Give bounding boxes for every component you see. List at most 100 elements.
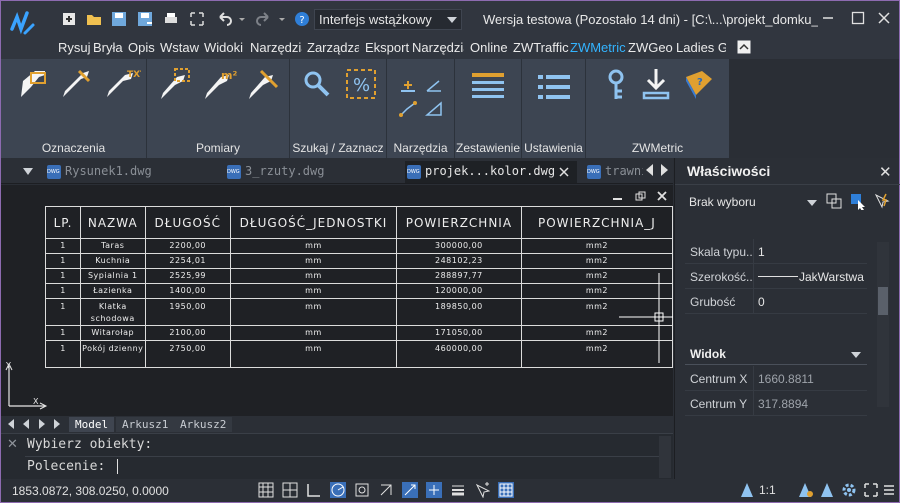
property-row-center-x[interactable]: Centrum X 1660.8811 bbox=[685, 366, 867, 391]
drawing-canvas[interactable]: LP. NAZWA DŁUGOŚĆ DŁUGOŚĆ_JEDNOSTKI POWI… bbox=[1, 185, 673, 416]
menu-ladies-gr[interactable]: Ladies Gr bbox=[676, 40, 726, 55]
maximize-icon[interactable] bbox=[849, 9, 867, 27]
menu-zwmetric[interactable]: ZWMetric bbox=[570, 40, 626, 55]
select-percent-icon[interactable]: % bbox=[344, 67, 378, 101]
license-key-icon[interactable] bbox=[604, 69, 628, 103]
area-schedule-table[interactable]: LP. NAZWA DŁUGOŚĆ DŁUGOŚĆ_JEDNOSTKI POWI… bbox=[44, 206, 673, 368]
annotation-scale-icon[interactable] bbox=[739, 482, 755, 498]
new-file-icon[interactable] bbox=[61, 11, 77, 27]
undo-dropdown-icon[interactable] bbox=[238, 11, 246, 27]
ortho-icon[interactable] bbox=[306, 482, 322, 498]
measure-length-icon[interactable] bbox=[245, 67, 283, 101]
property-row-line-width[interactable]: Szerokość... JakWarstwa bbox=[685, 264, 867, 289]
object-snap-icon[interactable] bbox=[354, 482, 370, 498]
tab-model[interactable]: Model bbox=[69, 417, 115, 432]
settings-list-icon[interactable] bbox=[536, 71, 572, 103]
open-folder-icon[interactable] bbox=[86, 11, 102, 27]
command-input[interactable] bbox=[117, 459, 118, 474]
viewport-close-icon[interactable] bbox=[657, 191, 667, 201]
quick-select-icon[interactable] bbox=[873, 192, 891, 210]
menu-opis[interactable]: Opis bbox=[128, 40, 155, 55]
chevron-right-icon[interactable] bbox=[660, 164, 668, 176]
model-space-icon[interactable] bbox=[498, 482, 514, 498]
command-scrollbar[interactable] bbox=[659, 436, 671, 478]
dynamic-input-icon[interactable] bbox=[426, 482, 442, 498]
redo-icon[interactable] bbox=[256, 11, 272, 27]
menu-narzedzia[interactable]: Narzędzia bbox=[250, 40, 302, 55]
download-icon[interactable] bbox=[640, 67, 672, 101]
chevron-left-icon[interactable] bbox=[646, 164, 654, 176]
help-book-icon[interactable]: ? bbox=[682, 67, 716, 101]
schedule-table-icon[interactable] bbox=[470, 71, 506, 103]
property-row-thickness[interactable]: Grubość 0 bbox=[685, 289, 867, 314]
tab-arkusz2[interactable]: Arkusz2 bbox=[174, 417, 233, 432]
menu-online[interactable]: Online bbox=[470, 40, 508, 55]
annotation-visibility-icon[interactable] bbox=[797, 482, 813, 498]
tab-arkusz1[interactable]: Arkusz1 bbox=[116, 417, 175, 432]
triangle-tool-icon[interactable] bbox=[425, 101, 443, 117]
menu-zwgeo[interactable]: ZWGeo bbox=[628, 40, 673, 55]
toggle-pickadd-icon[interactable] bbox=[825, 192, 843, 210]
print-icon[interactable] bbox=[163, 11, 179, 27]
tab-trawnik[interactable]: trawni bbox=[585, 161, 643, 183]
help-icon[interactable]: ? bbox=[294, 11, 310, 27]
measure-area-icon[interactable] bbox=[157, 67, 195, 101]
close-icon[interactable]: ✕ bbox=[879, 163, 892, 181]
angle-tool-icon[interactable] bbox=[425, 79, 443, 93]
properties-scrollbar[interactable] bbox=[877, 242, 889, 407]
property-row-linetype-scale[interactable]: Skala typu... 1 bbox=[685, 239, 867, 264]
snap-grid-icon[interactable] bbox=[258, 482, 274, 498]
length-tag-icon[interactable] bbox=[59, 67, 93, 101]
last-layout-icon[interactable] bbox=[54, 419, 60, 429]
menu-zarzadzaj[interactable]: Zarządzaj bbox=[307, 40, 359, 55]
menu-bryla[interactable]: Bryła bbox=[93, 40, 123, 55]
menu-widoki[interactable]: Widoki bbox=[204, 40, 243, 55]
search-icon[interactable] bbox=[302, 69, 332, 99]
viewport-minimize-icon[interactable] bbox=[612, 191, 623, 201]
prev-layout-icon[interactable] bbox=[23, 419, 29, 429]
customize-menu-icon[interactable] bbox=[883, 482, 895, 498]
measure-m2-icon[interactable]: m² bbox=[201, 67, 239, 101]
3d-snap-icon[interactable] bbox=[378, 482, 394, 498]
minimize-icon[interactable] bbox=[819, 9, 837, 27]
tab-projekt-domku[interactable]: projek...kolor.dwg bbox=[405, 161, 577, 183]
workspace-select[interactable]: Interfejs wstążkowy bbox=[314, 9, 462, 30]
fullscreen-icon[interactable] bbox=[863, 482, 879, 498]
menu-eksport[interactable]: Eksport bbox=[365, 40, 409, 55]
tab-rysunek1[interactable]: Rysunek1.dwg bbox=[45, 161, 215, 183]
scrollbar-thumb[interactable] bbox=[878, 287, 888, 315]
property-row-center-y[interactable]: Centrum Y 317.8894 bbox=[685, 391, 867, 416]
annotation-scale-value[interactable]: 1:1 bbox=[759, 483, 776, 497]
tab-3-rzuty[interactable]: 3_rzuty.dwg bbox=[225, 161, 395, 183]
object-tracking-icon[interactable] bbox=[402, 482, 418, 498]
auto-scale-icon[interactable] bbox=[819, 482, 835, 498]
area-tag-icon[interactable] bbox=[15, 67, 49, 101]
next-layout-icon[interactable] bbox=[39, 419, 45, 429]
selection-dropdown[interactable]: Brak wyboru bbox=[685, 192, 819, 212]
save-icon[interactable] bbox=[111, 11, 127, 27]
undo-icon[interactable] bbox=[216, 11, 232, 27]
first-layout-icon[interactable] bbox=[8, 419, 14, 429]
viewport-restore-icon[interactable] bbox=[635, 191, 646, 201]
menu-zwtraffic[interactable]: ZWTraffic bbox=[513, 40, 569, 55]
close-tab-icon[interactable] bbox=[559, 167, 569, 177]
command-close-icon[interactable]: ✕ bbox=[7, 436, 18, 452]
menu-wstaw[interactable]: Wstaw bbox=[160, 40, 199, 55]
save-as-icon[interactable] bbox=[137, 11, 153, 27]
close-icon[interactable] bbox=[875, 9, 893, 27]
ribbon-collapse-icon[interactable] bbox=[737, 40, 751, 54]
text-tag-icon[interactable]: TXT bbox=[103, 67, 141, 101]
section-widok[interactable]: Widok bbox=[685, 343, 867, 365]
polar-tracking-icon[interactable] bbox=[330, 482, 346, 498]
selection-cycling-icon[interactable] bbox=[474, 482, 490, 498]
menu-rysuj[interactable]: Rysuj bbox=[58, 40, 91, 55]
redo-dropdown-icon[interactable] bbox=[278, 11, 286, 27]
grid-icon[interactable] bbox=[282, 482, 298, 498]
lineweight-icon[interactable] bbox=[450, 482, 466, 498]
tabs-dropdown-icon[interactable] bbox=[23, 168, 33, 175]
polyline-tool-icon[interactable] bbox=[399, 101, 417, 117]
select-objects-icon[interactable] bbox=[849, 192, 867, 210]
menu-narzedzia-2[interactable]: Narzędzia bbox=[412, 40, 464, 55]
settings-gear-icon[interactable] bbox=[841, 482, 857, 498]
zoom-extents-icon[interactable] bbox=[189, 11, 205, 27]
